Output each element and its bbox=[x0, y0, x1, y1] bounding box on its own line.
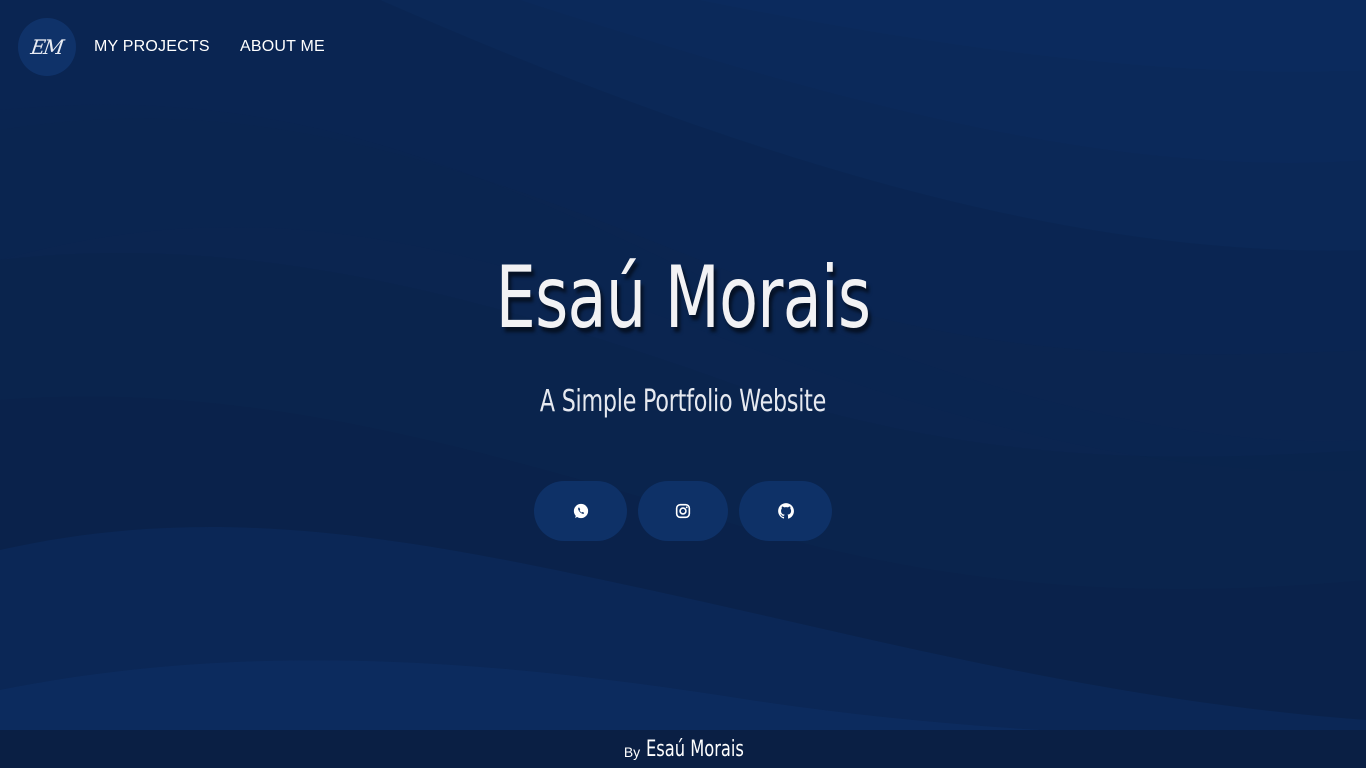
hero-section: Esaú Morais A Simple Portfolio Website bbox=[0, 0, 1366, 768]
hero-title: Esaú Morais bbox=[495, 248, 871, 348]
github-icon bbox=[777, 503, 794, 519]
whatsapp-icon bbox=[573, 503, 588, 519]
hero-subtitle: A Simple Portfolio Website bbox=[539, 384, 827, 419]
footer-content: By Esaú Morais bbox=[0, 730, 1366, 768]
footer-author: Esaú Morais bbox=[646, 736, 745, 762]
whatsapp-button[interactable] bbox=[534, 481, 627, 541]
logo-text: EM bbox=[29, 35, 65, 59]
navbar: EM MY PROJECTS ABOUT ME bbox=[0, 0, 1366, 96]
instagram-button[interactable] bbox=[638, 481, 728, 541]
nav-link-my-projects[interactable]: MY PROJECTS bbox=[94, 38, 210, 56]
footer-by-label: By bbox=[623, 744, 641, 760]
instagram-icon bbox=[675, 503, 691, 519]
github-button[interactable] bbox=[739, 481, 832, 541]
nav-link-about-me[interactable]: ABOUT ME bbox=[240, 38, 325, 56]
logo[interactable]: EM bbox=[18, 18, 76, 76]
footer: By Esaú Morais bbox=[0, 730, 1366, 768]
